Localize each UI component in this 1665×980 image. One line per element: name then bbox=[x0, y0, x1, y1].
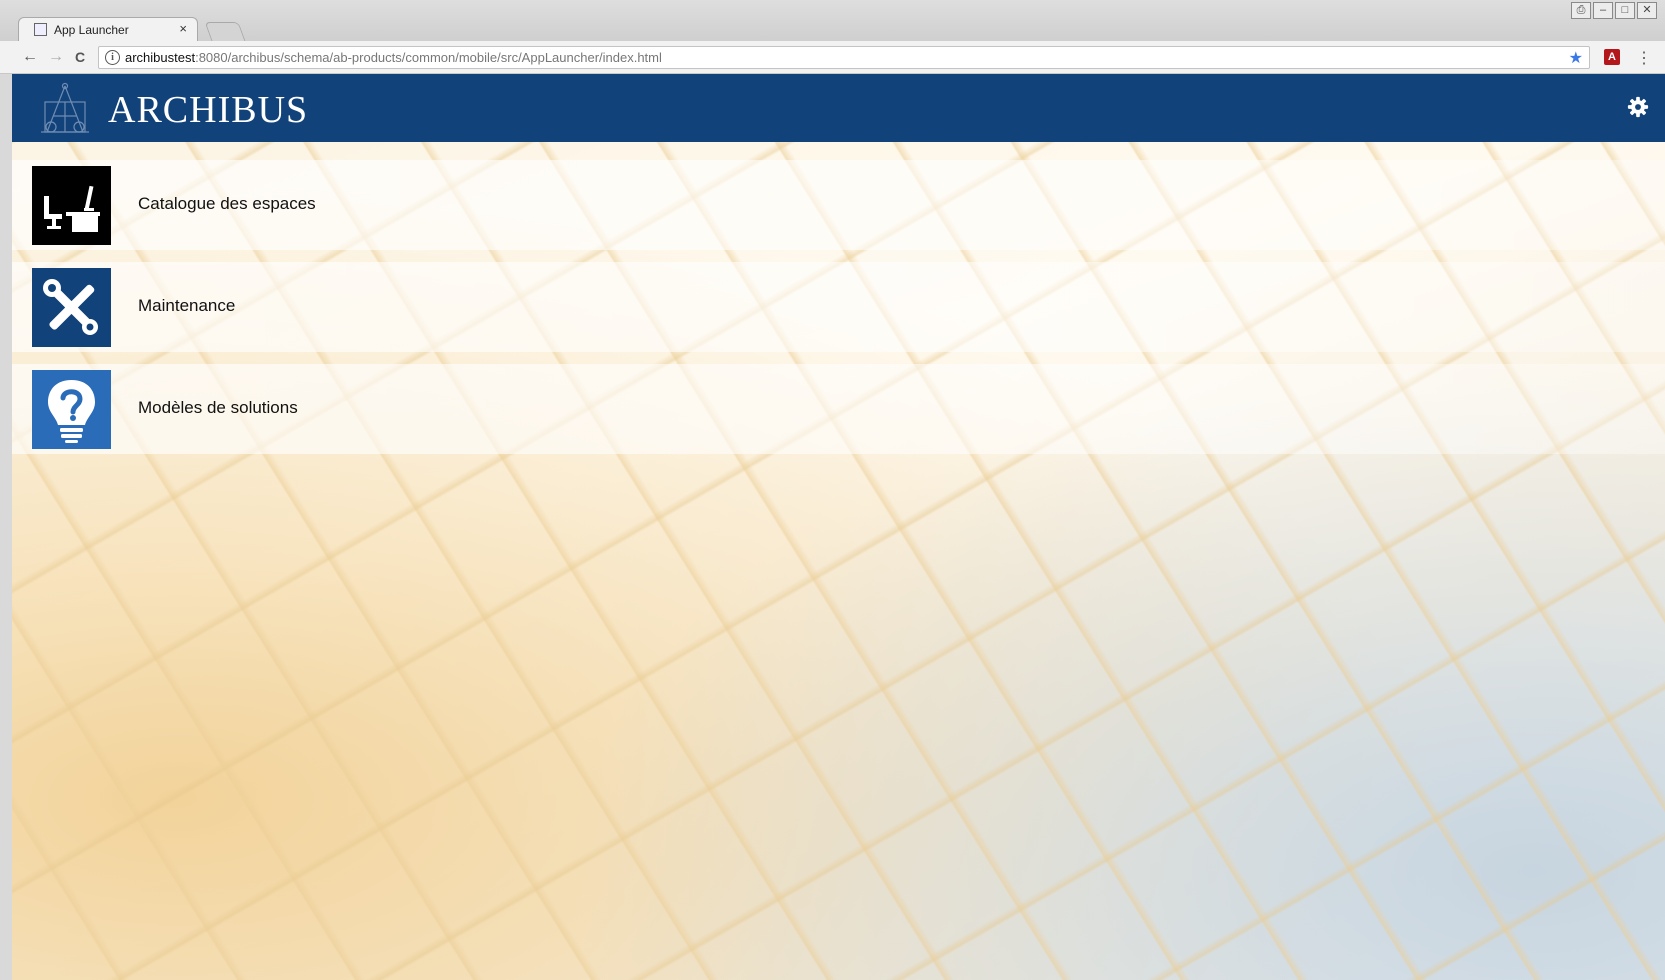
app-logo-text: ARCHIBUS bbox=[108, 89, 309, 131]
workspace-desk-icon bbox=[32, 166, 111, 245]
maximize-button[interactable]: □ bbox=[1615, 2, 1635, 19]
tab-title: App Launcher bbox=[54, 23, 129, 37]
browser-tab[interactable]: App Launcher × bbox=[18, 17, 198, 41]
url-host: archibustest bbox=[125, 50, 196, 65]
window-controls: ⎙ – □ ✕ bbox=[1571, 2, 1657, 19]
back-arrow-icon[interactable]: ← bbox=[20, 47, 40, 67]
tools-icon bbox=[32, 268, 111, 347]
user-profile-icon[interactable]: ⎙ bbox=[1571, 2, 1591, 19]
archibus-logo-icon bbox=[41, 82, 89, 133]
gear-icon[interactable] bbox=[1627, 96, 1649, 118]
app-list: Catalogue des espaces Maintenance Modèle… bbox=[12, 160, 1665, 466]
lightbulb-question-icon bbox=[32, 370, 111, 449]
app-favicon-icon bbox=[34, 23, 47, 36]
forward-arrow-icon[interactable]: → bbox=[46, 47, 66, 67]
app-item-modeles-de-solutions[interactable]: Modèles de solutions bbox=[12, 364, 1665, 454]
browser-toolbar: ← → C i archibustest:8080/archibus/schem… bbox=[0, 41, 1665, 74]
app-label: Catalogue des espaces bbox=[138, 194, 316, 213]
tab-close-icon[interactable]: × bbox=[179, 21, 187, 36]
app-label: Modèles de solutions bbox=[138, 398, 298, 417]
new-tab-button[interactable] bbox=[204, 22, 246, 41]
site-info-icon[interactable]: i bbox=[105, 50, 120, 65]
browser-menu-icon[interactable]: ⋮ bbox=[1636, 48, 1652, 68]
reload-icon[interactable]: C bbox=[70, 47, 90, 67]
minimize-button[interactable]: – bbox=[1593, 2, 1613, 19]
app-label: Maintenance bbox=[138, 296, 236, 315]
url-path: :8080/archibus/schema/ab-products/common… bbox=[195, 50, 662, 65]
close-window-button[interactable]: ✕ bbox=[1637, 2, 1657, 19]
app-header: ARCHIBUS bbox=[12, 74, 1665, 142]
page-viewport: ARCHIBUS Catalogue des espaces Maintenan… bbox=[12, 74, 1665, 980]
app-item-maintenance[interactable]: Maintenance bbox=[12, 262, 1665, 352]
url-text: archibustest:8080/archibus/schema/ab-pro… bbox=[125, 50, 662, 65]
bookmark-star-icon[interactable]: ★ bbox=[1569, 48, 1583, 68]
address-bar-input[interactable]: i archibustest:8080/archibus/schema/ab-p… bbox=[98, 46, 1590, 69]
pdf-extension-icon[interactable]: A bbox=[1604, 49, 1620, 65]
app-item-catalogue-des-espaces[interactable]: Catalogue des espaces bbox=[12, 160, 1665, 250]
browser-tab-bar: App Launcher × ⎙ – □ ✕ bbox=[0, 0, 1665, 41]
